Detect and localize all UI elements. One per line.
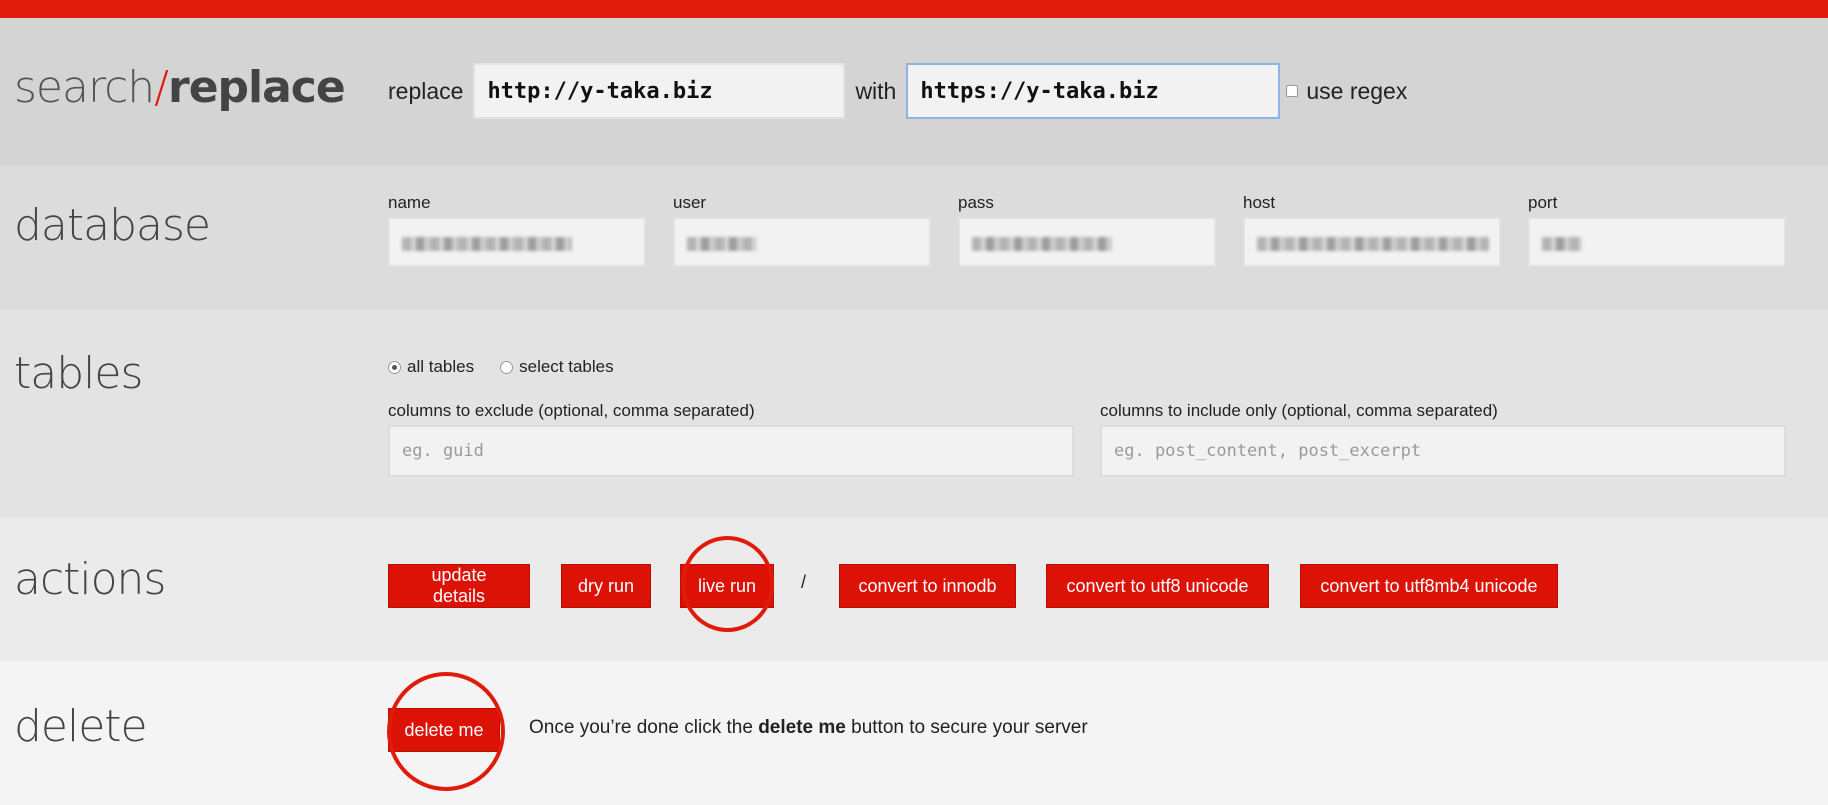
db-host-field: host: [1243, 193, 1501, 267]
db-port-label: port: [1528, 193, 1558, 212]
include-columns-label: columns to include only (optional, comma…: [1100, 401, 1498, 420]
db-name-field: name: [388, 193, 646, 267]
dry-run-button[interactable]: dry run: [561, 564, 651, 608]
select-tables-label: select tables: [519, 357, 614, 376]
database-title: database: [14, 200, 211, 251]
exclude-columns-block: columns to exclude (optional, comma sepa…: [388, 401, 1074, 477]
search-replace-section: search/replace replace with use regex: [0, 18, 1828, 166]
use-regex-checkbox[interactable]: [1286, 85, 1299, 97]
delete-message-before: Once you’re done click the: [529, 717, 759, 738]
table-scope-options: all tables select tables: [388, 357, 614, 377]
use-regex-option[interactable]: use regex: [1286, 78, 1417, 105]
exclude-columns-input[interactable]: [388, 425, 1074, 477]
db-pass-input[interactable]: [958, 217, 1216, 267]
brand-search-text: search: [14, 62, 155, 113]
db-user-input[interactable]: [673, 217, 931, 267]
db-name-label: name: [388, 193, 431, 212]
convert-innodb-button[interactable]: convert to innodb: [839, 564, 1016, 608]
replace-input[interactable]: [473, 63, 846, 119]
brand-replace-text: replace: [168, 62, 346, 113]
top-accent-bar: [0, 0, 1828, 18]
brand-logo: search/replace: [14, 62, 346, 113]
db-host-input[interactable]: [1243, 217, 1501, 267]
db-user-field: user: [673, 193, 931, 267]
convert-utf8-button[interactable]: convert to utf8 unicode: [1046, 564, 1269, 608]
include-columns-block: columns to include only (optional, comma…: [1100, 401, 1786, 477]
live-run-button[interactable]: live run: [680, 564, 774, 608]
convert-utf8mb4-button[interactable]: convert to utf8mb4 unicode: [1300, 564, 1558, 608]
replace-label: replace: [388, 77, 464, 104]
update-details-button[interactable]: update details: [388, 564, 530, 608]
delete-me-button[interactable]: delete me: [388, 708, 500, 752]
db-port-input[interactable]: [1528, 217, 1786, 267]
tables-title: tables: [14, 348, 143, 399]
brand-slash: /: [154, 62, 169, 113]
db-pass-field: pass: [958, 193, 1216, 267]
use-regex-label: use regex: [1306, 77, 1408, 104]
select-tables-radio[interactable]: [500, 360, 514, 374]
delete-message-bold: delete me: [758, 717, 846, 738]
all-tables-label: all tables: [407, 357, 475, 376]
include-columns-input[interactable]: [1100, 425, 1786, 477]
delete-message: Once you’re done click the delete me but…: [529, 717, 1088, 739]
all-tables-radio[interactable]: [388, 360, 401, 374]
with-label: with: [855, 77, 897, 104]
db-name-input[interactable]: [388, 217, 646, 267]
exclude-columns-label: columns to exclude (optional, comma sepa…: [388, 401, 755, 420]
delete-message-after: button to secure your server: [845, 717, 1088, 738]
actions-title: actions: [14, 554, 166, 605]
db-host-label: host: [1243, 193, 1276, 212]
replace-row: replace with use regex: [388, 63, 1417, 119]
db-user-label: user: [673, 193, 707, 212]
db-port-field: port: [1528, 193, 1786, 267]
with-input[interactable]: [906, 63, 1281, 119]
action-separator: /: [801, 572, 807, 592]
delete-title: delete: [14, 701, 148, 752]
db-pass-label: pass: [958, 193, 994, 212]
